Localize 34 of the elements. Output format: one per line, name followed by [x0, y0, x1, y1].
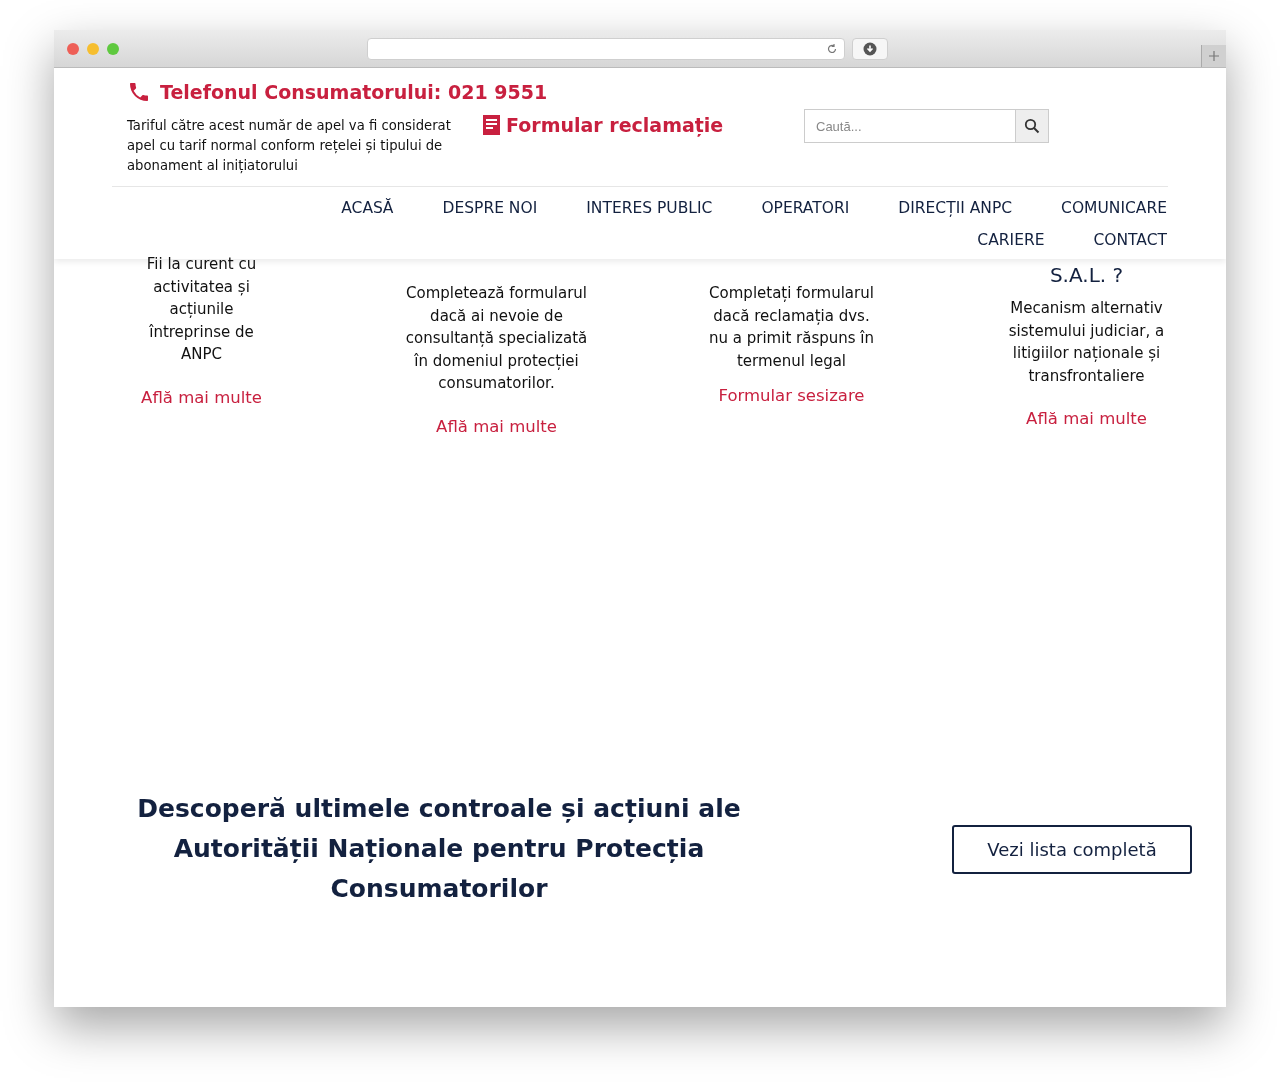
download-button[interactable] — [852, 37, 888, 60]
maximize-icon[interactable] — [107, 42, 119, 55]
close-icon[interactable] — [67, 42, 79, 55]
search-icon — [1024, 118, 1040, 134]
card-link[interactable]: Formular sesizare — [718, 386, 865, 405]
card-description: Mecanism alternativ sistemului judiciar, a litigiilor naționale și transfrontaliere — [1007, 298, 1166, 387]
card-link[interactable]: Află mai multe — [436, 416, 557, 436]
view-list-button[interactable]: Vezi lista completă — [952, 824, 1192, 874]
tariff-note: Tariful către acest număr de apel va fi considerat apel cu tarif normal conform rețelei și tipului de abonament al inițiatorului — [127, 117, 452, 175]
nav-link[interactable]: COMUNICARE — [1012, 195, 1167, 221]
reload-icon[interactable] — [826, 42, 838, 55]
complaint-link[interactable]: Formular reclamație — [482, 114, 724, 136]
banner-heading: Descoperă ultimele controale și acțiuni ale Autorității Naționale pentru Protecția Consumatorilor — [136, 793, 742, 905]
card-description: Completează formularul dacă ai nevoie de consultanță specializată în domeniul protecției consumatorilor. — [404, 283, 589, 394]
nav-link[interactable]: DIRECȚII ANPC — [849, 195, 1013, 221]
nav-link[interactable]: OPERATORI — [712, 195, 850, 221]
search-field[interactable]: Caută... — [804, 109, 1015, 143]
plus-icon — [1208, 50, 1220, 62]
nav-link[interactable]: CONTACT — [1044, 227, 1167, 253]
nav-link[interactable]: DESPRE NOI — [393, 195, 538, 221]
card-title: S.A.L. ? — [1049, 263, 1124, 287]
search-button[interactable] — [1015, 109, 1049, 143]
phone-icon — [127, 80, 151, 104]
card-description: Fii la curent cu activitatea și acțiunile întreprinse de ANPC — [145, 254, 258, 365]
card-link[interactable]: Află mai multe — [141, 387, 262, 407]
minimize-icon[interactable] — [87, 42, 99, 55]
card-description: Completați formularul dacă reclamația dvs. nu a primit răspuns în termenul legal — [708, 283, 875, 372]
download-icon — [863, 41, 877, 56]
card-link[interactable]: Află mai multe — [1026, 409, 1147, 428]
new-tab-button[interactable] — [1201, 45, 1226, 67]
nav-link[interactable]: CARIERE — [928, 227, 1045, 253]
nav-link[interactable]: INTERES PUBLIC — [537, 195, 713, 221]
phone-number[interactable]: Telefonul Consumatorului: 021 9551 — [160, 81, 548, 103]
nav-link[interactable]: ACASĂ — [292, 195, 394, 221]
